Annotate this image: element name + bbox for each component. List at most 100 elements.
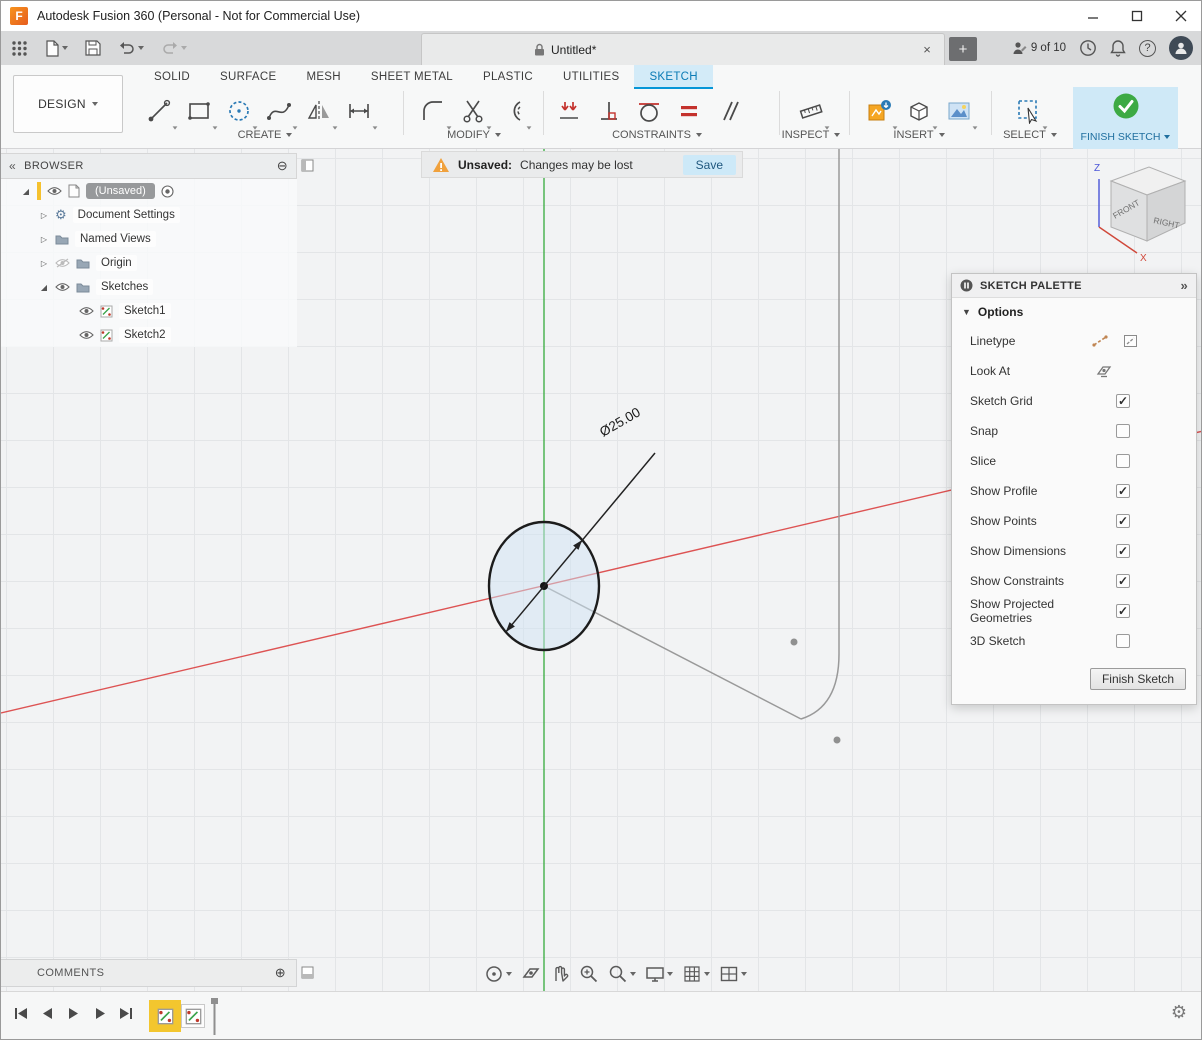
- measure-tool-button[interactable]: [791, 89, 831, 133]
- go-to-end-button[interactable]: [117, 1005, 134, 1022]
- fillet-tool-button[interactable]: [413, 89, 453, 133]
- select-group-dropdown[interactable]: SELECT: [989, 129, 1071, 141]
- view-cube[interactable]: FRONT RIGHT Z X: [1083, 151, 1195, 269]
- document-tab[interactable]: Untitled* ×: [421, 33, 945, 65]
- twisty-icon[interactable]: ▷: [39, 211, 49, 220]
- tree-node-document-settings[interactable]: ▷ ⚙ Document Settings: [1, 203, 297, 227]
- timeline-sketch2-item[interactable]: [181, 1004, 205, 1028]
- show-points-checkbox[interactable]: ✓: [1116, 514, 1130, 528]
- fit-button[interactable]: [605, 962, 639, 986]
- browser-panel-handle-icon[interactable]: [301, 159, 314, 172]
- show-constraints-checkbox[interactable]: ✓: [1116, 574, 1130, 588]
- insert-dxf-button[interactable]: [859, 89, 899, 133]
- tab-surface[interactable]: SURFACE: [205, 65, 291, 89]
- redo-button[interactable]: [159, 39, 189, 57]
- tree-node-sketch1[interactable]: Sketch1: [1, 299, 297, 323]
- dimension-text[interactable]: Ø25.00: [597, 404, 643, 439]
- undo-button[interactable]: [116, 39, 146, 57]
- workspace-selector[interactable]: DESIGN: [13, 75, 123, 133]
- app-grid-icon[interactable]: [9, 38, 30, 59]
- visibility-eye-icon[interactable]: [55, 282, 70, 292]
- circle-tool-button[interactable]: [219, 89, 259, 133]
- visibility-eye-icon[interactable]: [47, 186, 62, 196]
- comments-panel-handle-icon[interactable]: [301, 966, 314, 979]
- look-at-button[interactable]: [518, 962, 544, 986]
- palette-expand-icon[interactable]: »: [1180, 278, 1188, 293]
- mirror-tool-button[interactable]: [299, 89, 339, 133]
- tangent-constraint-button[interactable]: [629, 89, 669, 133]
- sketch-palette-header[interactable]: SKETCH PALETTE »: [952, 274, 1196, 298]
- snap-checkbox[interactable]: ✓: [1116, 424, 1130, 438]
- modify-group-dropdown[interactable]: MODIFY: [411, 129, 537, 141]
- tab-solid[interactable]: SOLID: [139, 65, 205, 89]
- show-profile-checkbox[interactable]: ✓: [1116, 484, 1130, 498]
- twisty-icon[interactable]: ▷: [39, 259, 49, 268]
- select-tool-button[interactable]: [1009, 89, 1049, 133]
- timeline-position-marker[interactable]: [209, 998, 221, 1036]
- spline-point[interactable]: [834, 737, 841, 744]
- minimize-button[interactable]: [1071, 1, 1115, 31]
- user-avatar[interactable]: [1169, 36, 1193, 60]
- go-to-start-button[interactable]: [13, 1005, 30, 1022]
- warning-save-button[interactable]: Save: [683, 155, 736, 175]
- insert-group-dropdown[interactable]: INSERT: [859, 129, 979, 141]
- parallel-constraint-button[interactable]: [709, 89, 749, 133]
- job-status[interactable]: 9 of 10: [1012, 41, 1066, 56]
- dimension-tool-button[interactable]: [339, 89, 379, 133]
- twisty-icon[interactable]: ▷: [39, 235, 49, 244]
- constraints-group-dropdown[interactable]: CONSTRAINTS: [549, 129, 765, 141]
- display-settings-button[interactable]: [642, 962, 676, 986]
- insert-image-button[interactable]: [939, 89, 979, 133]
- root-document-label[interactable]: (Unsaved): [86, 183, 155, 199]
- tab-close-button[interactable]: ×: [918, 42, 936, 57]
- spline-tool-button[interactable]: [259, 89, 299, 133]
- comments-bar[interactable]: COMMENTS ⊕: [1, 959, 297, 987]
- tab-utilities[interactable]: UTILITIES: [548, 65, 634, 89]
- show-dimensions-checkbox[interactable]: ✓: [1116, 544, 1130, 558]
- visibility-eye-icon[interactable]: [79, 306, 94, 316]
- tree-node-label[interactable]: Document Settings: [73, 207, 180, 223]
- options-section-header[interactable]: ▼ Options: [952, 298, 1196, 326]
- 3d-sketch-checkbox[interactable]: ✓: [1116, 634, 1130, 648]
- rectangle-tool-button[interactable]: [179, 89, 219, 133]
- tree-node-origin[interactable]: ▷ Origin: [1, 251, 297, 275]
- inspect-group-dropdown[interactable]: INSPECT: [765, 129, 857, 141]
- palette-finish-sketch-button[interactable]: Finish Sketch: [1090, 668, 1186, 690]
- create-group-dropdown[interactable]: CREATE: [139, 129, 391, 141]
- tree-node-sketch2[interactable]: Sketch2: [1, 323, 297, 347]
- orbit-button[interactable]: [481, 962, 515, 986]
- insert-mesh-button[interactable]: [899, 89, 939, 133]
- tree-node-sketches[interactable]: ◢ Sketches: [1, 275, 297, 299]
- offset-tool-button[interactable]: [493, 89, 533, 133]
- tree-node-named-views[interactable]: ▷ Named Views: [1, 227, 297, 251]
- add-comment-icon[interactable]: ⊕: [275, 965, 286, 981]
- timeline-sketch1-item[interactable]: [153, 1004, 177, 1028]
- browser-collapse-icon[interactable]: «: [9, 159, 16, 173]
- perpendicular-constraint-button[interactable]: [589, 89, 629, 133]
- tab-sketch[interactable]: SKETCH: [634, 65, 712, 89]
- maximize-button[interactable]: [1115, 1, 1159, 31]
- help-button[interactable]: ?: [1139, 40, 1156, 57]
- new-tab-button[interactable]: +: [949, 37, 977, 61]
- equal-constraint-button[interactable]: [669, 89, 709, 133]
- zoom-button[interactable]: [576, 962, 602, 986]
- play-button[interactable]: [65, 1005, 82, 1022]
- notifications-bell-icon[interactable]: [1110, 39, 1126, 57]
- visibility-eye-icon[interactable]: [79, 330, 94, 340]
- twisty-icon[interactable]: ◢: [39, 283, 49, 292]
- line-tool-button[interactable]: [139, 89, 179, 133]
- tab-mesh[interactable]: MESH: [291, 65, 355, 89]
- look-at-icon[interactable]: [1095, 364, 1112, 378]
- projected-curve[interactable]: [801, 149, 839, 719]
- tree-root-row[interactable]: ◢ (Unsaved): [1, 179, 297, 203]
- tree-node-label[interactable]: Sketches: [96, 279, 153, 295]
- spline-point[interactable]: [791, 639, 798, 646]
- step-forward-button[interactable]: [91, 1005, 108, 1022]
- sketch-grid-checkbox[interactable]: ✓: [1116, 394, 1130, 408]
- timeline-settings-gear-icon[interactable]: ⚙: [1171, 1002, 1187, 1023]
- tree-node-label[interactable]: Sketch2: [119, 327, 171, 343]
- tree-node-label[interactable]: Named Views: [75, 231, 156, 247]
- tab-sheet-metal[interactable]: SHEET METAL: [356, 65, 468, 89]
- root-twisty-icon[interactable]: ◢: [21, 187, 31, 196]
- trim-tool-button[interactable]: [453, 89, 493, 133]
